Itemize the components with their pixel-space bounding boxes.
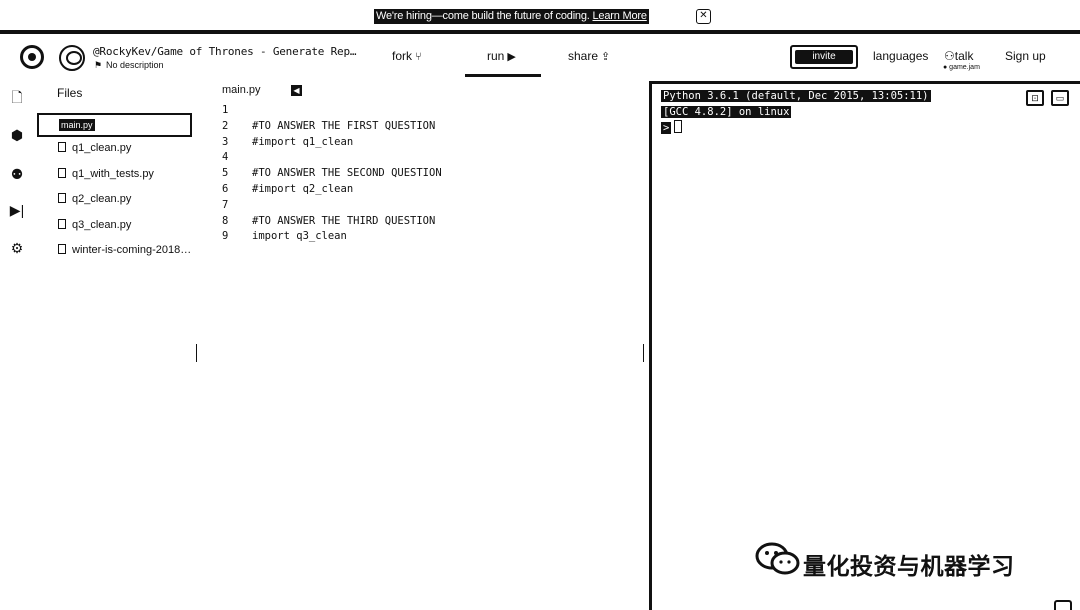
selected-file-label: main.py xyxy=(59,119,95,131)
talk-label: talk xyxy=(954,49,974,63)
file-item[interactable]: q1_with_tests.py xyxy=(58,168,154,184)
watermark-text: 量化投资与机器学习 xyxy=(803,553,1015,579)
file-item[interactable]: q1_clean.py xyxy=(58,142,131,158)
collapse-icon[interactable]: ◀ xyxy=(291,85,302,96)
fork-icon: ⑂ xyxy=(415,51,422,63)
avatar[interactable] xyxy=(59,45,85,71)
code-line: 5 #TO ANSWER THE SECOND QUESTION xyxy=(222,166,442,182)
line-number: 6 xyxy=(222,182,229,195)
line-number: 7 xyxy=(222,198,229,211)
file-item[interactable]: q3_clean.py xyxy=(58,219,131,235)
code-text: #import q2_clean xyxy=(252,182,354,195)
file-name: q2_clean.py xyxy=(72,193,132,205)
code-text: #TO ANSWER THE FIRST QUESTION xyxy=(252,119,436,132)
line-number: 3 xyxy=(222,135,229,148)
run-button[interactable]: run ▶ xyxy=(487,49,516,63)
header: @RockyKev/Game of Thrones - Generate Rep… xyxy=(0,34,1080,78)
repl-logo-icon[interactable] xyxy=(20,45,44,69)
scroll-corner-icon xyxy=(1054,600,1072,610)
package-icon[interactable]: ⬢ xyxy=(8,126,26,144)
close-icon[interactable]: ✕ xyxy=(696,9,711,24)
console-line: Python 3.6.1 (default, Dec 2015, 13:05:1… xyxy=(661,90,931,102)
wechat-icon xyxy=(755,542,800,575)
file-name: q3_clean.py xyxy=(72,219,132,231)
talk-subtitle: ● game.jam xyxy=(943,64,980,71)
share-icon: ⇪ xyxy=(601,51,611,63)
file-item[interactable]: q2_clean.py xyxy=(58,193,131,209)
file-name: q1_clean.py xyxy=(72,142,132,154)
editor-tab-main[interactable]: main.py xyxy=(222,84,261,96)
sign-up-link[interactable]: Sign up xyxy=(1005,49,1046,63)
languages-link[interactable]: languages xyxy=(873,49,928,63)
debug-icon[interactable]: ▶| xyxy=(8,201,26,219)
code-line: 4 xyxy=(222,150,442,166)
panel-resize-handle[interactable] xyxy=(643,344,644,362)
fork-button[interactable]: fork ⑂ xyxy=(392,49,422,63)
banner-learn-more-link[interactable]: Learn More xyxy=(593,10,647,22)
line-number: 8 xyxy=(222,214,229,227)
repo-description-text: No description xyxy=(106,60,164,70)
console-cursor[interactable] xyxy=(674,120,683,133)
file-icon xyxy=(58,168,66,178)
file-name: winter-is-coming-2018… xyxy=(72,244,192,256)
flag-icon: ⚑ xyxy=(94,60,103,70)
talk-icon: ⚇ xyxy=(944,49,955,63)
hiring-banner: We're hiring—come build the future of co… xyxy=(0,0,1080,30)
console-options-icon[interactable]: ▭ xyxy=(1051,90,1069,106)
line-number: 1 xyxy=(222,104,229,116)
fork-label: fork xyxy=(392,49,413,63)
banner-text: We're hiring—come build the future of co… xyxy=(376,10,590,22)
code-editor[interactable]: 1 2 #TO ANSWER THE FIRST QUESTION 3 #impor… xyxy=(222,103,442,245)
file-icon[interactable]: 🗋 xyxy=(8,88,26,106)
file-icon xyxy=(58,193,66,203)
panel-resize-handle[interactable] xyxy=(196,344,197,362)
invite-button[interactable]: invite xyxy=(790,45,858,69)
console-panel[interactable]: Python 3.6.1 (default, Dec 2015, 13:05:1… xyxy=(649,81,1080,610)
file-icon xyxy=(58,142,66,152)
line-number: 2 xyxy=(222,119,229,132)
share-button[interactable]: share ⇪ xyxy=(568,49,610,63)
clear-console-icon[interactable]: ⊡ xyxy=(1026,90,1044,106)
settings-icon[interactable]: ⚙ xyxy=(8,239,26,257)
users-icon[interactable]: ⚉ xyxy=(8,165,26,183)
console-line: [GCC 4.8.2] on linux xyxy=(661,105,792,118)
code-line: 7 xyxy=(222,198,442,214)
file-icon xyxy=(58,244,66,254)
file-item-selected[interactable]: main.py xyxy=(37,113,192,137)
line-number: 4 xyxy=(222,151,229,164)
banner-message: We're hiring—come build the future of co… xyxy=(374,9,649,24)
console-prompt: > xyxy=(661,122,672,134)
code-text: #TO ANSWER THE SECOND QUESTION xyxy=(252,167,442,180)
invite-label: invite xyxy=(795,50,853,64)
code-line: 1 xyxy=(222,103,442,119)
line-number: 9 xyxy=(222,230,229,243)
share-label: share xyxy=(568,49,599,63)
console-output: Python 3.6.1 (default, Dec 2015, 13:05:1… xyxy=(661,89,931,136)
file-item[interactable]: winter-is-coming-2018… xyxy=(58,244,191,260)
code-line: 9 import q3_clean xyxy=(222,229,442,245)
code-line: 6 #import q2_clean xyxy=(222,182,442,198)
line-number: 5 xyxy=(222,167,229,180)
file-name: q1_with_tests.py xyxy=(72,168,154,180)
code-line: 2 #TO ANSWER THE FIRST QUESTION xyxy=(222,119,442,135)
code-text: #import q1_clean xyxy=(252,135,354,148)
files-title: Files xyxy=(57,86,83,100)
code-line: 8 #TO ANSWER THE THIRD QUESTION xyxy=(222,214,442,230)
code-line: 3 #import q1_clean xyxy=(222,135,442,151)
file-icon xyxy=(58,219,66,229)
talk-link[interactable]: ⚇talk xyxy=(944,49,973,63)
repo-title[interactable]: @RockyKev/Game of Thrones - Generate Rep… xyxy=(93,45,357,58)
run-active-indicator xyxy=(465,74,541,77)
run-label: run xyxy=(487,49,505,63)
code-text: #TO ANSWER THE THIRD QUESTION xyxy=(252,214,436,227)
code-text: import q3_clean xyxy=(252,230,347,243)
repo-description[interactable]: ⚑ No description xyxy=(94,60,164,71)
play-icon: ▶ xyxy=(507,51,516,63)
